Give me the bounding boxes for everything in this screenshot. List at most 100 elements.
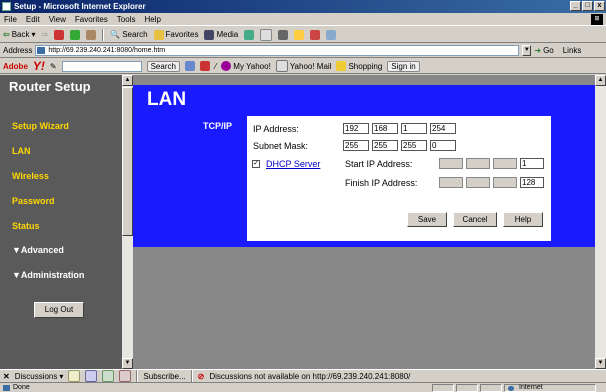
ip-octet-4[interactable]: 254 xyxy=(430,123,456,134)
yahoo-mail-button[interactable]: Yahoo! Mail xyxy=(275,60,331,72)
discussion-tool-icon[interactable] xyxy=(102,370,115,382)
menu-favorites[interactable]: Favorites xyxy=(75,13,108,25)
scroll-up-icon[interactable]: ▲ xyxy=(595,75,606,86)
start-octet-4[interactable]: 1 xyxy=(520,158,544,169)
forward-button[interactable]: ⇨ xyxy=(42,27,49,43)
scroll-down-icon[interactable]: ▼ xyxy=(595,358,606,369)
minimize-button[interactable]: _ xyxy=(570,1,581,11)
menu-view[interactable]: View xyxy=(49,13,66,25)
ip-octet-2[interactable]: 168 xyxy=(372,123,398,134)
tcpip-section-label: TCP/IP xyxy=(203,121,233,131)
yahoo-plus-icon[interactable] xyxy=(199,61,210,71)
help-button[interactable]: Help xyxy=(503,212,543,227)
save-button[interactable]: Save xyxy=(407,212,447,227)
mail-icon[interactable] xyxy=(260,28,273,41)
sidebar-item-lan[interactable]: LAN xyxy=(12,146,31,156)
links-button[interactable]: Links xyxy=(563,46,582,55)
menu-help[interactable]: Help xyxy=(144,13,160,25)
menu-bar: File Edit View Favorites Tools Help ⊞ xyxy=(0,13,606,26)
ip-address-label: IP Address: xyxy=(253,124,299,134)
my-yahoo-button[interactable]: My Yahoo! xyxy=(221,61,271,71)
back-button[interactable]: ⇦ Back ▾ xyxy=(3,27,36,43)
media-icon xyxy=(204,29,215,40)
finish-octet-2[interactable] xyxy=(466,177,490,188)
refresh-icon[interactable] xyxy=(70,29,81,40)
menu-edit[interactable]: Edit xyxy=(26,13,40,25)
history-icon[interactable] xyxy=(244,29,255,40)
scroll-up-icon[interactable]: ▲ xyxy=(122,75,133,86)
ip-octet-3[interactable]: 1 xyxy=(401,123,427,134)
print-icon[interactable] xyxy=(278,29,289,40)
dhcp-server-link[interactable]: DHCP Server xyxy=(266,159,320,169)
start-octet-3[interactable] xyxy=(493,158,517,169)
sidebar-item-wireless[interactable]: Wireless xyxy=(12,171,49,181)
address-dropdown-button[interactable]: ▼ xyxy=(522,45,532,56)
subnet-mask-label: Subnet Mask: xyxy=(253,141,309,151)
yahoo-toolbar: Adobe Y! ✎ Search ⁄ My Yahoo! Yahoo! Mai… xyxy=(0,59,606,74)
scroll-down-icon[interactable]: ▼ xyxy=(122,358,133,369)
finish-octet-4[interactable]: 128 xyxy=(520,177,544,188)
pencil-icon[interactable]: ✎ xyxy=(50,62,57,71)
address-bar: Address http://69.239.240.241:8080/home.… xyxy=(0,44,606,58)
scroll-thumb[interactable] xyxy=(122,87,133,236)
sidebar-item-setup-wizard[interactable]: Setup Wizard xyxy=(12,121,69,131)
zone-indicator: Internet xyxy=(504,384,596,392)
stop-icon[interactable] xyxy=(54,29,65,40)
discuss-icon[interactable] xyxy=(310,29,321,40)
status-text: Done xyxy=(13,384,30,391)
finish-octet-3[interactable] xyxy=(493,177,517,188)
go-button[interactable]: ➜ Go xyxy=(534,46,553,55)
mask-octet-3[interactable]: 255 xyxy=(401,140,427,151)
maximize-button[interactable]: □ xyxy=(582,1,593,11)
sidebar-item-password[interactable]: Password xyxy=(12,196,55,206)
yahoo-search-input[interactable] xyxy=(61,60,142,72)
sidebar-scrollbar[interactable]: ▲ ▼ xyxy=(122,75,133,369)
yahoo-search-button[interactable]: Search xyxy=(146,60,180,72)
edit-icon[interactable] xyxy=(294,29,305,40)
sidebar-item-advanced[interactable]: ▼Advanced xyxy=(12,245,64,255)
cancel-button[interactable]: Cancel xyxy=(453,212,497,227)
page-icon xyxy=(37,47,46,54)
sidebar-title: Router Setup xyxy=(9,79,91,94)
discussion-tool-icon[interactable] xyxy=(85,370,98,382)
mask-octet-4[interactable]: 0 xyxy=(430,140,456,151)
dhcp-server-checkbox[interactable]: ✓ xyxy=(252,160,260,168)
page-done-icon xyxy=(3,384,10,391)
sign-in-button[interactable]: Sign in xyxy=(387,60,420,72)
address-url: http://69.239.240.241:8080/home.htm xyxy=(48,47,166,54)
shopping-button[interactable]: Shopping xyxy=(336,61,382,71)
start-octet-2[interactable] xyxy=(466,158,490,169)
subscribe-button[interactable]: Subscribe... xyxy=(143,372,185,381)
close-button[interactable]: x xyxy=(594,1,605,11)
yahoo-logo-icon[interactable]: Y! xyxy=(33,59,45,73)
favorites-button[interactable]: Favorites xyxy=(153,27,198,43)
mask-octet-1[interactable]: 255 xyxy=(343,140,369,151)
close-icon[interactable]: ✕ xyxy=(3,372,10,381)
mask-octet-2[interactable]: 255 xyxy=(372,140,398,151)
highlight-icon[interactable]: ⁄ xyxy=(215,62,216,71)
address-input[interactable]: http://69.239.240.241:8080/home.htm xyxy=(35,45,520,56)
start-octet-1[interactable] xyxy=(439,158,463,169)
page-content: Router Setup Setup Wizard LAN Wireless P… xyxy=(0,75,606,369)
media-button[interactable]: Media xyxy=(204,27,238,43)
page-scrollbar[interactable]: ▲ ▼ xyxy=(595,75,606,369)
discussions-menu[interactable]: Discussions ▾ xyxy=(15,372,64,381)
toolbar-divider xyxy=(136,370,139,382)
menu-tools[interactable]: Tools xyxy=(117,13,136,25)
search-button[interactable]: 🔍 Search xyxy=(110,27,147,43)
sidebar-item-status[interactable]: Status xyxy=(12,221,40,231)
home-icon[interactable] xyxy=(86,29,97,40)
yahoo-tool-icon[interactable] xyxy=(184,61,195,71)
forward-arrow-icon: ⇨ xyxy=(41,29,49,39)
ip-octet-1[interactable]: 192 xyxy=(343,123,369,134)
menu-file[interactable]: File xyxy=(4,13,17,25)
main-frame: LAN TCP/IP IP Address: 192 168 1 254 Sub… xyxy=(133,75,595,369)
lan-settings-band: TCP/IP IP Address: 192 168 1 254 Subnet … xyxy=(133,113,595,247)
discussion-tool-icon[interactable] xyxy=(119,370,132,382)
messenger-icon[interactable] xyxy=(326,29,337,40)
log-out-button[interactable]: Log Out xyxy=(34,302,84,318)
sidebar-item-administration[interactable]: ▼Administration xyxy=(12,270,84,280)
finish-octet-1[interactable] xyxy=(439,177,463,188)
discussion-tool-icon[interactable] xyxy=(68,370,81,382)
title-bar: Setup - Microsoft Internet Explorer _ □ … xyxy=(0,0,606,13)
